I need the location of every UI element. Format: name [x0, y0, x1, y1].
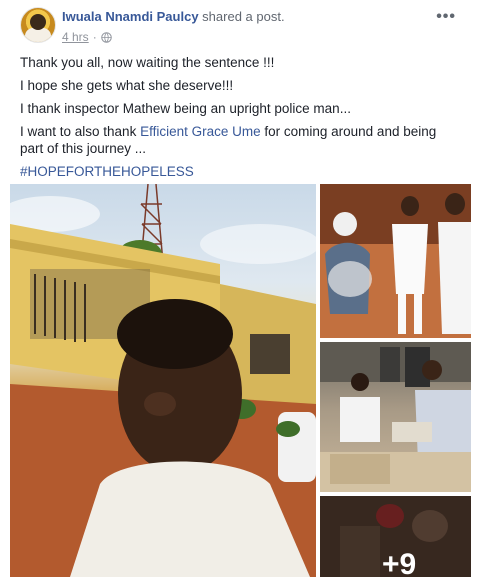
photo-main-scene — [10, 184, 316, 577]
hashtag-link[interactable]: #HOPEFORTHEHOPELESS — [20, 163, 460, 180]
post-line: I thank inspector Mathew being an uprigh… — [20, 101, 351, 116]
author-name[interactable]: Iwuala Nnamdi Paulcy — [62, 9, 199, 24]
photo-indoor-office[interactable] — [320, 342, 471, 492]
photo-office-scene — [320, 342, 471, 492]
photo-group-scene — [320, 184, 471, 338]
thanks-prefix: I want to also thank — [20, 124, 141, 139]
shared-text: shared a post. — [202, 9, 285, 24]
post-time[interactable]: 4 hrs — [62, 30, 89, 44]
post-line: I hope she gets what she deserve!!! — [20, 78, 234, 93]
more-options-icon[interactable]: ••• — [436, 8, 456, 26]
avatar-shirt — [25, 28, 51, 42]
globe-icon[interactable] — [100, 31, 112, 43]
post-meta: 4 hrs · — [62, 30, 112, 44]
post-line-thanks: I want to also thank Efficient Grace Ume… — [20, 123, 460, 157]
tagged-person-link[interactable]: Efficient Grace Ume — [140, 124, 261, 139]
photo-group-outdoor[interactable] — [320, 184, 471, 338]
post-header: Iwuala Nnamdi Paulcy shared a post. — [62, 9, 285, 24]
photo-main[interactable] — [10, 184, 316, 577]
post-body: Thank you all, now waiting the sentence … — [20, 54, 460, 186]
author-avatar[interactable] — [20, 7, 56, 43]
meta-dot: · — [92, 30, 97, 44]
post-line: Thank you all, now waiting the sentence … — [20, 55, 275, 70]
avatar-face — [30, 14, 46, 30]
